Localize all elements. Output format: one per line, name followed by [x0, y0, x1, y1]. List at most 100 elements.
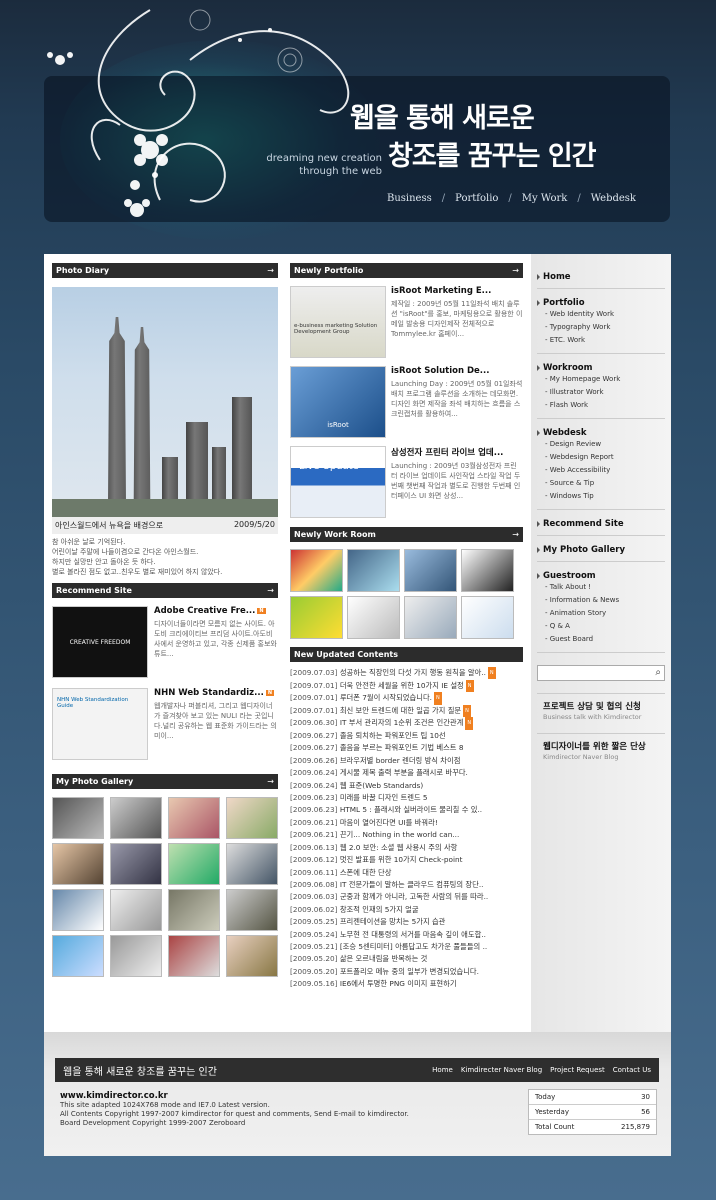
- updated-item[interactable]: [2009.06.21] 마음이 열어진다면 UI를 바꿔라!: [290, 817, 523, 829]
- sidebar-subitem[interactable]: - Flash Work: [537, 399, 665, 412]
- gallery-thumb[interactable]: [52, 889, 104, 931]
- updated-item[interactable]: [2009.05.20] 삶은 오르내림을 반복하는 것: [290, 953, 523, 965]
- updated-title[interactable]: [조승 5센티미터] 아름답고도 차가운 풀들들의 ..: [340, 942, 487, 951]
- work-thumb[interactable]: [404, 549, 457, 592]
- sidebar-subitem[interactable]: - Windows Tip: [537, 490, 665, 503]
- gallery-thumb[interactable]: [226, 843, 278, 885]
- updated-title[interactable]: 멋진 발표를 위한 10가지 Check-point: [340, 855, 463, 864]
- updated-title[interactable]: 더욱 안전한 세월을 위한 10가지 IE 설정: [340, 681, 464, 690]
- portfolio-title[interactable]: isRoot Solution De...: [391, 366, 523, 376]
- updated-item[interactable]: [2009.06.23] 미래를 바꿀 디자인 트렌드 5: [290, 792, 523, 804]
- updated-title[interactable]: 졸음을 부르는 파워포인트 기법 베스트 8: [340, 743, 464, 752]
- sidebar-subitem[interactable]: - Design Review: [537, 438, 665, 451]
- updated-title[interactable]: 스폰에 대한 단상: [340, 868, 392, 877]
- gallery-thumb[interactable]: [52, 797, 104, 839]
- recommend-thumb[interactable]: CREATIVE FREEDOM: [52, 606, 148, 678]
- my-photo-gallery-header[interactable]: My Photo Gallery →: [52, 774, 278, 789]
- work-thumb[interactable]: [461, 549, 514, 592]
- updated-item[interactable]: [2009.06.27] 졸음을 부르는 파워포인트 기법 베스트 8: [290, 742, 523, 754]
- updated-item[interactable]: [2009.06.23] HTML 5 : 플래시와 실버라이트 물리칠 수 있…: [290, 804, 523, 816]
- promo-title[interactable]: 프로젝트 상담 및 협의 신청: [543, 700, 665, 712]
- sidebar-subitem[interactable]: - Information & News: [537, 594, 665, 607]
- portfolio-item[interactable]: Live Update 삼성전자 프린터 라이브 업데... Launching…: [290, 446, 523, 518]
- sidebar-item-my-photo-gallery[interactable]: My Photo Gallery: [537, 545, 665, 555]
- updated-item[interactable]: [2009.05.20] 포트폴리오 메뉴 중의 일부가 변경되었습니다.: [290, 966, 523, 978]
- arrow-right-icon[interactable]: →: [267, 774, 274, 789]
- updated-item[interactable]: [2009.07.01] 루더폰 7월이 시작되었습니다. N: [290, 692, 523, 705]
- updated-item[interactable]: [2009.06.12] 멋진 발표를 위한 10가지 Check-point: [290, 854, 523, 866]
- recommend-title-text[interactable]: Adobe Creative Fre...: [154, 606, 255, 616]
- updated-item[interactable]: [2009.06.30] IT 부서 관리자의 1순위 조건은 인간관계 N: [290, 717, 523, 730]
- work-thumb[interactable]: [347, 549, 400, 592]
- footer-link-project[interactable]: Project Request: [550, 1066, 605, 1074]
- sidebar-subitem[interactable]: - ETC. Work: [537, 334, 665, 347]
- sidebar-subitem[interactable]: - Webdesign Report: [537, 451, 665, 464]
- work-thumb[interactable]: [290, 549, 343, 592]
- nav-webdesk[interactable]: Webdesk: [591, 193, 636, 204]
- sidebar-subitem[interactable]: - Illustrator Work: [537, 386, 665, 399]
- updated-item[interactable]: [2009.06.21] 끈기... Nothing in the world …: [290, 829, 523, 841]
- updated-item[interactable]: [2009.06.11] 스폰에 대한 단상: [290, 867, 523, 879]
- updated-title[interactable]: 노무현 전 대통령의 서거를 마음속 깊이 애도합..: [340, 930, 486, 939]
- work-thumb[interactable]: [290, 596, 343, 639]
- sidebar-item-webdesk[interactable]: Webdesk: [537, 428, 665, 438]
- sidebar-subitem[interactable]: - Talk About !: [537, 581, 665, 594]
- sidebar-subitem[interactable]: - Source & Tip: [537, 477, 665, 490]
- work-thumb[interactable]: [404, 596, 457, 639]
- promo-title[interactable]: 웹디자이너를 위한 짧은 단상: [543, 740, 665, 752]
- work-thumb[interactable]: [347, 596, 400, 639]
- updated-title[interactable]: 마음이 열어진다면 UI를 바꿔라!: [340, 818, 438, 827]
- nav-my-work[interactable]: My Work: [522, 193, 568, 204]
- sidebar-subitem[interactable]: - Guest Board: [537, 633, 665, 646]
- recommend-title-text[interactable]: NHN Web Standardiz...: [154, 688, 264, 698]
- work-thumb[interactable]: [461, 596, 514, 639]
- nav-portfolio[interactable]: Portfolio: [455, 193, 498, 204]
- footer-link-blog[interactable]: Kimdirecter Naver Blog: [461, 1066, 542, 1074]
- updated-item[interactable]: [2009.07.03] 성공하는 직장인의 다섯 가지 행동 원칙을 알아..…: [290, 667, 523, 680]
- updated-title[interactable]: 프리젠테이션을 망치는 5가지 습관: [340, 917, 446, 926]
- updated-item[interactable]: [2009.05.25] 프리젠테이션을 망치는 5가지 습관: [290, 916, 523, 928]
- gallery-thumb[interactable]: [52, 935, 104, 977]
- updated-title[interactable]: 군중과 함께가 아니라, 고독한 사람의 뒤를 따라..: [340, 892, 488, 901]
- gallery-thumb[interactable]: [226, 889, 278, 931]
- sidebar-subitem[interactable]: - Web Identity Work: [537, 308, 665, 321]
- portfolio-item[interactable]: e-business marketing Solution Developmen…: [290, 286, 523, 358]
- search-input[interactable]: ⌕: [537, 665, 665, 681]
- updated-item[interactable]: [2009.06.26] 브라우저별 border 렌더링 방식 차이점: [290, 755, 523, 767]
- updated-title[interactable]: IT 부서 관리자의 1순위 조건은 인간관계: [340, 719, 464, 728]
- updated-item[interactable]: [2009.06.13] 웹 2.0 보안: 소셜 웹 사용시 주의 사항: [290, 842, 523, 854]
- updated-title[interactable]: 웹 표준(Web Standards): [340, 781, 423, 790]
- updated-item[interactable]: [2009.07.01] 더욱 안전한 세월을 위한 10가지 IE 설정 N: [290, 679, 523, 693]
- portfolio-thumb[interactable]: Live Update: [290, 446, 386, 518]
- gallery-thumb[interactable]: [110, 889, 162, 931]
- updated-item[interactable]: [2009.06.02] 창조적 인재의 5가지 얼굴: [290, 904, 523, 916]
- sidebar-item-guestroom[interactable]: Guestroom: [537, 571, 665, 581]
- arrow-right-icon[interactable]: →: [512, 263, 519, 278]
- updated-title[interactable]: 삶은 오르내림을 반복하는 것: [340, 954, 428, 963]
- newly-portfolio-header[interactable]: Newly Portfolio →: [290, 263, 523, 278]
- sidebar-subitem[interactable]: - Web Accessibility: [537, 464, 665, 477]
- updated-item[interactable]: [2009.06.03] 군중과 함께가 아니라, 고독한 사람의 뒤를 따라.…: [290, 891, 523, 903]
- sidebar-item-recommend-site[interactable]: Recommend Site: [537, 519, 665, 529]
- photo-caption-text[interactable]: 아인스월드에서 뉴욕을 배경으로: [55, 520, 163, 531]
- photo-diary-header[interactable]: Photo Diary →: [52, 263, 278, 278]
- recommend-item[interactable]: CREATIVE FREEDOM Adobe Creative Fre... N …: [52, 606, 278, 678]
- updated-item[interactable]: [2009.05.24] 노무현 전 대통령의 서거를 마음속 깊이 애도합..: [290, 929, 523, 941]
- updated-title[interactable]: IT 전문가들이 말하는 클라우드 컴퓨팅의 장단..: [340, 880, 484, 889]
- recommend-thumb[interactable]: NHN Web Standardization Guide: [52, 688, 148, 760]
- portfolio-title[interactable]: isRoot Marketing E...: [391, 286, 523, 296]
- updated-title[interactable]: 끈기... Nothing in the world can...: [340, 830, 459, 839]
- gallery-thumb[interactable]: [226, 797, 278, 839]
- updated-title[interactable]: 성공하는 직장인의 다섯 가지 행동 원칙을 알아..: [340, 668, 486, 677]
- updated-title[interactable]: 최신 보안 트렌드에 대한 일곱 가지 질문: [340, 706, 461, 715]
- sidebar-subitem[interactable]: - Animation Story: [537, 607, 665, 620]
- updated-title[interactable]: 포트폴리오 메뉴 중의 일부가 변경되었습니다.: [340, 967, 479, 976]
- sidebar-subitem[interactable]: - Q & A: [537, 620, 665, 633]
- gallery-thumb[interactable]: [226, 935, 278, 977]
- sidebar-promo[interactable]: 웹디자이너를 위한 짧은 단상 Kimdirector Naver Blog: [537, 733, 665, 761]
- arrow-right-icon[interactable]: →: [512, 527, 519, 542]
- gallery-thumb[interactable]: [168, 935, 220, 977]
- nav-business[interactable]: Business: [387, 193, 432, 204]
- updated-item[interactable]: [2009.06.08] IT 전문가들이 말하는 클라우드 컴퓨팅의 장단..: [290, 879, 523, 891]
- updated-title[interactable]: 게시물 제목 출력 부분을 플래시로 바꾸다.: [340, 768, 468, 777]
